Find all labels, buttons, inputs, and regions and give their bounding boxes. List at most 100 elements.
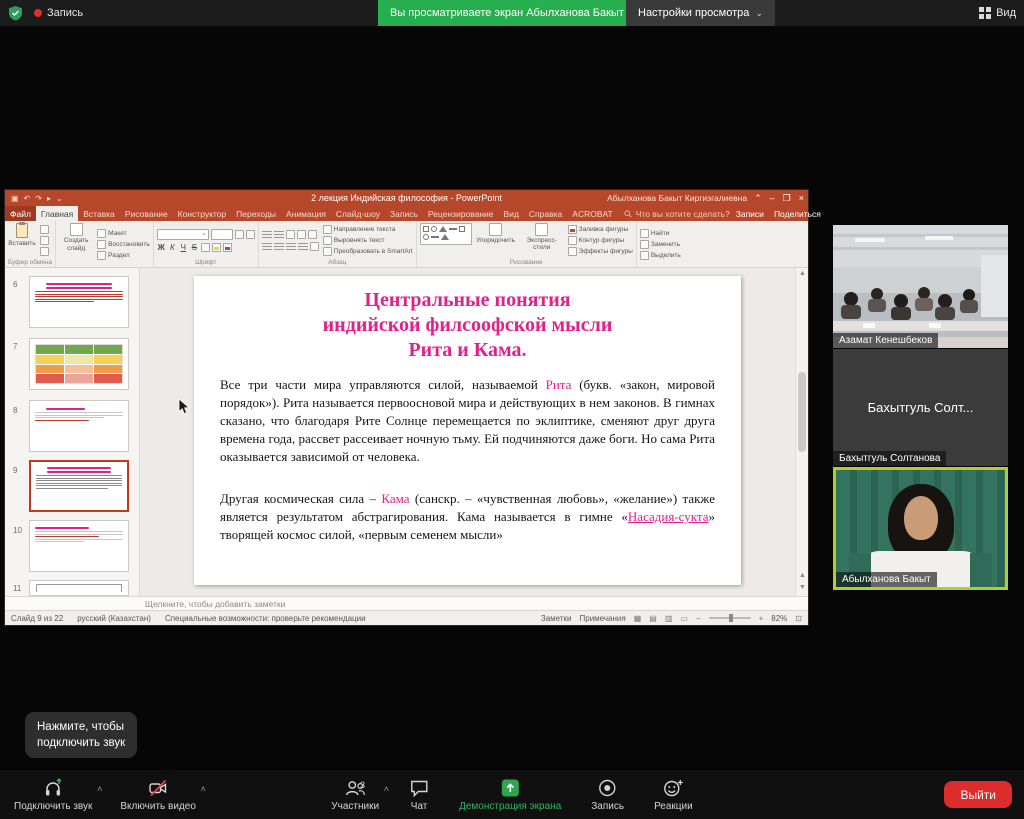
share-button[interactable]: Поделиться xyxy=(774,209,821,219)
section-button[interactable]: Раздел xyxy=(97,251,150,260)
shape-outline-button[interactable]: Контур фигуры xyxy=(568,236,633,245)
chevron-up-icon[interactable]: ˄ xyxy=(97,784,102,794)
participants-button[interactable]: 3 Участники ˄ xyxy=(331,778,379,812)
align-right-icon[interactable] xyxy=(286,243,296,251)
notes-pane[interactable]: Щелкните, чтобы добавить заметки xyxy=(5,596,808,610)
participant-video-camera-off[interactable]: Бахытгуль Солт... Бахытгуль Солтанова xyxy=(833,349,1008,466)
scroll-up-icon[interactable]: ▲ xyxy=(796,268,809,280)
shape-fill-button[interactable]: Заливка фигуры xyxy=(568,225,633,234)
current-slide[interactable]: Центральные понятия индийской филсоофско… xyxy=(194,276,741,585)
reactions-button[interactable]: Реакции xyxy=(654,778,693,812)
accessibility-check[interactable]: Специальные возможности: проверьте реком… xyxy=(165,614,366,623)
save-icon[interactable]: ▣ xyxy=(11,194,19,203)
find-button[interactable]: Найти xyxy=(640,229,681,238)
numbering-icon[interactable] xyxy=(274,231,284,239)
tab-insert[interactable]: Вставка xyxy=(78,206,120,221)
font-name-select[interactable] xyxy=(157,229,209,240)
comments-toggle[interactable]: Примечания xyxy=(580,614,626,623)
view-button[interactable]: Вид xyxy=(979,0,1016,26)
tab-slideshow[interactable]: Слайд-шоу xyxy=(331,206,385,221)
tab-animations[interactable]: Анимация xyxy=(281,206,331,221)
p2-hyperlink[interactable]: Насадия-сукта xyxy=(628,509,709,524)
text-direction-button[interactable]: Направление текста xyxy=(323,225,413,234)
notes-toggle[interactable]: Заметки xyxy=(541,614,572,623)
strikethrough-button[interactable]: S xyxy=(190,243,199,252)
italic-button[interactable]: К xyxy=(168,243,177,252)
records-button[interactable]: Записи xyxy=(736,209,764,219)
grow-font-icon[interactable] xyxy=(235,230,244,239)
columns-icon[interactable] xyxy=(310,242,319,251)
minimize-icon[interactable]: – xyxy=(770,193,775,204)
zoom-slider[interactable] xyxy=(709,617,751,619)
quick-styles-button[interactable]: Экспресс-стили xyxy=(520,223,564,258)
tab-help[interactable]: Справка xyxy=(524,206,567,221)
chevron-up-icon[interactable]: ˄ xyxy=(201,784,206,794)
bold-button[interactable]: Ж xyxy=(157,243,166,252)
next-slide-icon[interactable]: ▼ xyxy=(796,582,809,594)
fit-to-window-icon[interactable]: ⊡ xyxy=(795,614,802,623)
tab-review[interactable]: Рецензирование xyxy=(423,206,499,221)
select-button[interactable]: Выделить xyxy=(640,251,681,260)
close-icon[interactable]: × xyxy=(799,193,804,204)
security-shield-icon[interactable] xyxy=(8,5,23,21)
account-name[interactable]: Абылханова Бакыт Киргизгалиевна xyxy=(607,193,747,203)
redo-icon[interactable]: ↷ xyxy=(35,194,42,203)
tell-me-search[interactable]: Что вы хотите сделать? xyxy=(618,206,736,221)
undo-icon[interactable]: ↶ xyxy=(24,194,31,203)
tab-design[interactable]: Конструктор xyxy=(173,206,231,221)
leave-meeting-button[interactable]: Выйти xyxy=(944,781,1012,808)
font-color-button[interactable] xyxy=(223,243,232,252)
restore-icon[interactable]: ❒ xyxy=(783,193,791,204)
start-slideshow-icon[interactable]: ▸ xyxy=(47,194,51,203)
shape-effects-button[interactable]: Эффекты фигуры xyxy=(568,247,633,256)
zoom-in-icon[interactable]: + xyxy=(759,614,764,623)
reset-button[interactable]: Восстановить xyxy=(97,240,150,249)
increase-indent-icon[interactable] xyxy=(297,230,306,239)
replace-button[interactable]: Заменить xyxy=(640,240,681,249)
text-shadow-icon[interactable] xyxy=(201,243,210,252)
zoom-out-icon[interactable]: − xyxy=(696,614,701,623)
justify-icon[interactable] xyxy=(298,243,308,251)
copy-icon[interactable] xyxy=(40,236,49,245)
slide-thumbnail-11[interactable] xyxy=(29,580,129,596)
vertical-scrollbar[interactable]: ▲ ▲ ▼ xyxy=(795,268,808,596)
font-size-select[interactable] xyxy=(211,229,233,240)
underline-button[interactable]: Ч xyxy=(179,243,188,252)
slide-sorter-icon[interactable]: ▤ xyxy=(649,614,657,623)
slide-thumbnail-10[interactable] xyxy=(29,520,129,572)
slide-thumbnail-7[interactable] xyxy=(29,338,129,390)
chevron-up-icon[interactable]: ˄ xyxy=(384,784,389,794)
chat-button[interactable]: Чат xyxy=(409,778,429,812)
tab-draw[interactable]: Рисование xyxy=(120,206,173,221)
join-audio-button[interactable]: Подключить звук ˄ xyxy=(14,778,92,812)
highlight-color-button[interactable] xyxy=(212,243,221,252)
language-indicator[interactable]: русский (Казахстан) xyxy=(77,614,151,623)
tab-file[interactable]: Файл xyxy=(5,206,36,221)
tab-view[interactable]: Вид xyxy=(499,206,524,221)
shapes-gallery[interactable] xyxy=(420,223,472,245)
zoom-slider-knob[interactable] xyxy=(729,614,733,622)
paste-button[interactable]: Вставить xyxy=(8,223,36,258)
qat-customize-icon[interactable]: ⌄ xyxy=(56,194,63,203)
shrink-font-icon[interactable] xyxy=(246,230,255,239)
smartart-button[interactable]: Преобразовать в SmartArt xyxy=(323,247,413,256)
cut-icon[interactable] xyxy=(40,225,49,234)
new-slide-button[interactable]: Создать слайд xyxy=(59,223,93,265)
normal-view-icon[interactable]: ▦ xyxy=(634,614,642,623)
tab-transitions[interactable]: Переходы xyxy=(231,206,281,221)
participant-video-classroom[interactable]: Азамат Кенешбеков xyxy=(833,225,1008,348)
participant-video-active-speaker[interactable]: Абылханова Бакыт xyxy=(833,467,1008,590)
line-spacing-icon[interactable] xyxy=(308,230,317,239)
bullets-icon[interactable] xyxy=(262,231,272,239)
zoom-percent[interactable]: 82% xyxy=(771,614,787,623)
layout-button[interactable]: Макет xyxy=(97,229,150,238)
decrease-indent-icon[interactable] xyxy=(286,230,295,239)
tab-acrobat[interactable]: ACROBAT xyxy=(567,206,617,221)
slide-thumbnail-6[interactable] xyxy=(29,276,129,328)
slide-thumbnail-8[interactable] xyxy=(29,400,129,452)
previous-slide-icon[interactable]: ▲ xyxy=(796,570,809,582)
align-text-button[interactable]: Выровнять текст xyxy=(323,236,413,245)
reading-view-icon[interactable]: ▥ xyxy=(665,614,673,623)
start-video-button[interactable]: Включить видео ˄ xyxy=(120,778,196,812)
view-settings-button[interactable]: Настройки просмотра ⌄ xyxy=(626,0,775,26)
